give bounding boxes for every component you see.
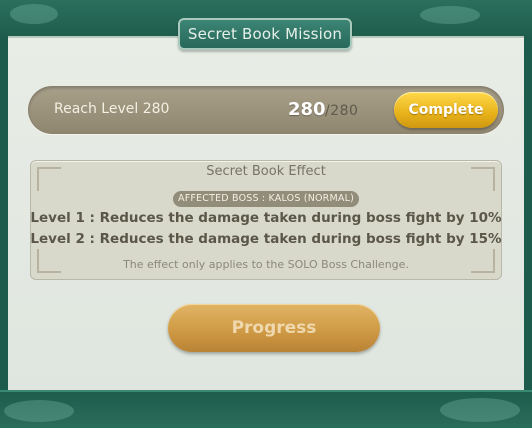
cloud-decoration <box>440 398 520 422</box>
affected-boss-badge: AFFECTED BOSS : KALOS (NORMAL) <box>173 191 359 207</box>
dialog-title: Secret Book Mission <box>178 18 352 50</box>
effect-level-2: Level 2 : Reduces the damage taken durin… <box>30 231 502 247</box>
mission-requirement-label: Reach Level 280 <box>54 101 170 117</box>
effect-note: The effect only applies to the SOLO Boss… <box>123 258 409 271</box>
complete-button[interactable]: Complete <box>394 92 498 128</box>
mission-max-value: /280 <box>325 103 359 119</box>
bottom-decorative-band <box>0 390 532 428</box>
progress-button[interactable]: Progress <box>168 304 380 352</box>
effect-level-1: Level 1 : Reduces the damage taken durin… <box>30 210 502 226</box>
cloud-decoration <box>4 400 74 422</box>
effect-title: Secret Book Effect <box>206 164 326 179</box>
cloud-decoration <box>420 6 480 24</box>
cloud-decoration <box>10 4 58 24</box>
mission-current-value: 280 <box>288 99 326 120</box>
